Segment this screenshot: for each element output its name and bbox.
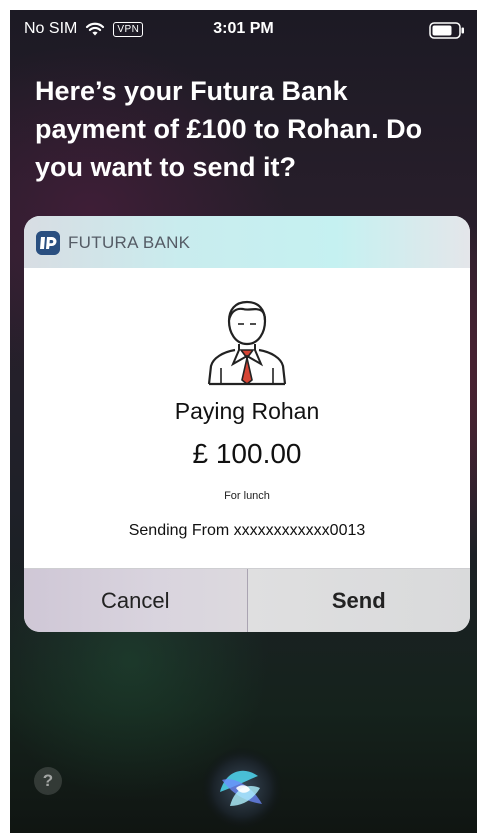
card-header: FUTURA BANK bbox=[24, 216, 470, 268]
status-time: 3:01 PM bbox=[213, 20, 274, 37]
card-actions: Cancel Send bbox=[24, 568, 470, 632]
siri-screen: No SIM VPN 3:01 PM Here’s your Futura Ba… bbox=[10, 10, 477, 833]
futura-bank-logo bbox=[36, 231, 60, 255]
person-icon bbox=[207, 300, 287, 386]
card-body: Paying Rohan £ 100.00 For lunch Sending … bbox=[24, 268, 470, 568]
send-button[interactable]: Send bbox=[247, 569, 470, 632]
payment-card: FUTURA BANK Paying Rohan £ 100.00 For lu… bbox=[24, 216, 470, 632]
cancel-button[interactable]: Cancel bbox=[24, 569, 248, 632]
source-account: Sending From xxxxxxxxxxxx0013 bbox=[128, 522, 366, 539]
status-bar: No SIM VPN 3:01 PM bbox=[10, 10, 477, 54]
bank-name: FUTURA BANK bbox=[68, 233, 191, 252]
siri-orb-icon[interactable] bbox=[200, 746, 284, 830]
battery-icon bbox=[429, 22, 464, 39]
help-button[interactable]: ? bbox=[34, 767, 62, 795]
payment-memo: For lunch bbox=[224, 490, 270, 502]
siri-prompt: Here’s your Futura Bank payment of £100 … bbox=[35, 76, 423, 182]
payment-amount: £ 100.00 bbox=[192, 438, 302, 469]
payee-label: Paying Rohan bbox=[174, 398, 320, 424]
